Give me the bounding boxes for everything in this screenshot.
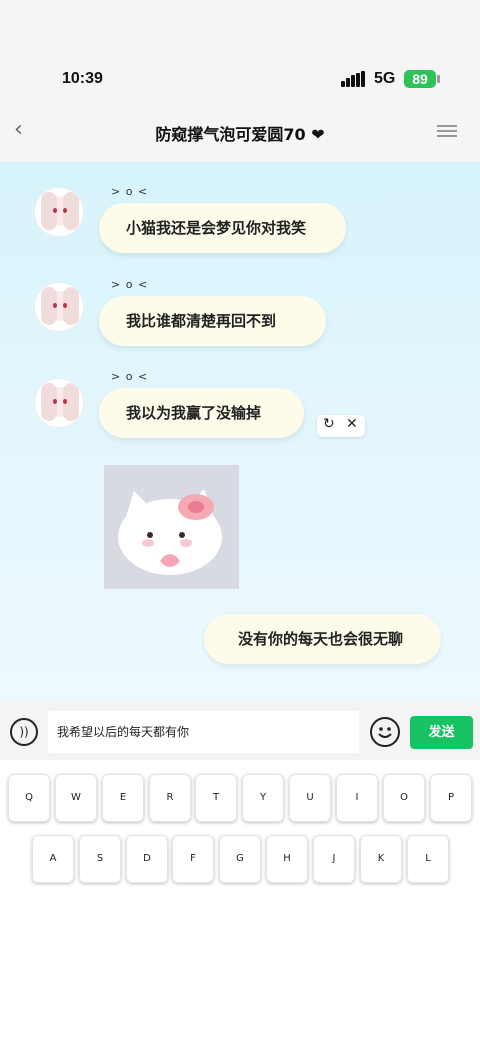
key[interactable]: J <box>313 835 355 883</box>
key[interactable]: L <box>407 835 449 883</box>
key[interactable]: R <box>149 774 191 822</box>
menu-icon[interactable] <box>437 125 457 139</box>
kaomoji-label: > o < <box>111 370 149 383</box>
key[interactable]: U <box>289 774 331 822</box>
retry-icon[interactable]: ↻ <box>323 416 335 432</box>
voice-icon[interactable]: )) <box>10 718 38 746</box>
message-bubble[interactable]: 我比谁都清楚再回不到 <box>99 296 326 346</box>
status-time: 10:39 <box>62 70 103 87</box>
key[interactable]: O <box>383 774 425 822</box>
key[interactable]: P <box>430 774 472 822</box>
keyboard: Q W E R T Y U I O P A S D F G H J K L <box>0 760 480 1040</box>
key[interactable]: K <box>360 835 402 883</box>
key[interactable]: D <box>126 835 168 883</box>
kaomoji-label: > o < <box>111 278 149 291</box>
key[interactable]: I <box>336 774 378 822</box>
battery-tip <box>437 75 440 83</box>
avatar[interactable] <box>34 282 84 332</box>
key[interactable]: T <box>195 774 237 822</box>
avatar[interactable] <box>34 187 84 237</box>
send-button[interactable]: 发送 <box>410 716 473 749</box>
message-input[interactable]: 我希望以后的每天都有你 <box>48 711 359 753</box>
key[interactable]: Q <box>8 774 50 822</box>
emoji-icon[interactable] <box>370 717 400 747</box>
key[interactable]: A <box>32 835 74 883</box>
message-bubble-self[interactable]: 没有你的每天也会很无聊 <box>204 614 441 664</box>
page-title: 防窥撑气泡可爱圆70 ❤ <box>155 125 325 144</box>
cat-sticker-image[interactable] <box>104 465 239 589</box>
battery-indicator: 89 <box>404 70 436 88</box>
network-label: 5G <box>374 70 396 87</box>
message-bubble[interactable]: 小猫我还是会梦见你对我笑 <box>99 203 346 253</box>
key[interactable]: Y <box>242 774 284 822</box>
key[interactable]: S <box>79 835 121 883</box>
message-bubble[interactable]: 我以为我赢了没输掉 <box>99 388 304 438</box>
avatar[interactable] <box>34 378 84 428</box>
key[interactable]: G <box>219 835 261 883</box>
message-actions: ↻ ✕ <box>317 415 365 437</box>
kaomoji-label: > o < <box>111 185 149 198</box>
key[interactable]: F <box>172 835 214 883</box>
key[interactable]: H <box>266 835 308 883</box>
key[interactable]: W <box>55 774 97 822</box>
signal-icon <box>341 71 367 87</box>
close-icon[interactable]: ✕ <box>346 416 358 432</box>
key[interactable]: E <box>102 774 144 822</box>
